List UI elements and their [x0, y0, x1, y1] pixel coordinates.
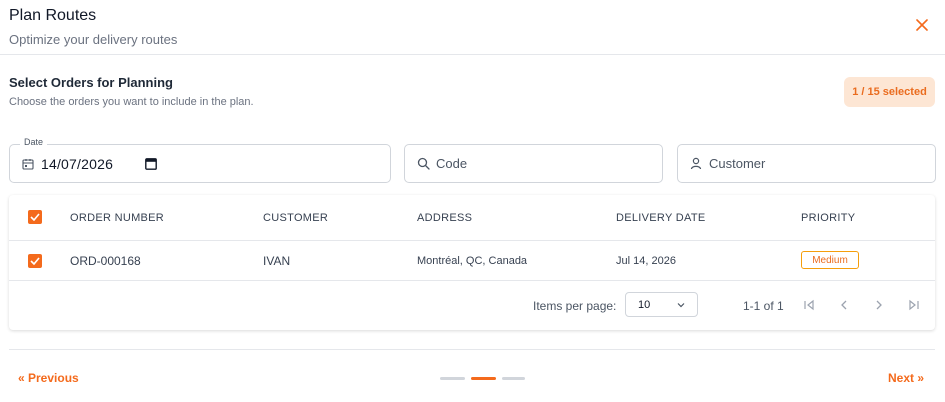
previous-page-button[interactable] — [833, 294, 855, 316]
date-field[interactable]: Date 14/07/2026 — [9, 137, 391, 183]
priority-badge: Medium — [801, 251, 859, 269]
select-all-checkbox[interactable] — [28, 210, 42, 224]
last-page-icon — [909, 299, 919, 311]
items-per-page-select[interactable]: 10 — [625, 292, 698, 317]
first-page-button[interactable] — [798, 294, 820, 316]
items-per-page-label: Items per page: — [533, 299, 617, 313]
row-checkbox[interactable] — [28, 254, 42, 268]
last-page-button[interactable] — [903, 294, 925, 316]
customer-cell: IVAN — [263, 254, 291, 268]
chevron-left-icon — [841, 300, 847, 310]
chevron-down-icon — [677, 303, 685, 308]
range-label: 1-1 of 1 — [743, 299, 784, 313]
close-icon — [916, 19, 928, 31]
items-per-page-value: 10 — [638, 298, 651, 311]
calendar-icon — [21, 157, 35, 171]
footer-divider — [9, 349, 935, 350]
paginator: Items per page: 10 1-1 of 1 — [9, 281, 935, 330]
table-header: ORDER NUMBER CUSTOMER ADDRESS DELIVERY D… — [9, 195, 935, 241]
selected-count-badge: 1 / 15 selected — [844, 77, 935, 107]
date-value: 14/07/2026 — [41, 155, 114, 172]
customer-search-input[interactable]: Customer — [677, 144, 936, 183]
search-icon — [416, 157, 430, 171]
section-description: Choose the orders you want to include in… — [9, 96, 254, 108]
delivery-date-cell: Jul 14, 2026 — [616, 255, 676, 267]
column-header-address[interactable]: ADDRESS — [417, 212, 472, 224]
close-button[interactable] — [913, 16, 931, 34]
column-header-delivery-date[interactable]: DELIVERY DATE — [616, 212, 706, 224]
column-header-order-number[interactable]: ORDER NUMBER — [70, 212, 164, 224]
table-row[interactable]: ORD-000168 IVAN Montréal, QC, Canada Jul… — [9, 241, 935, 281]
dialog-title: Plan Routes — [9, 7, 97, 24]
step-indicator-2 — [471, 377, 496, 380]
next-page-button[interactable] — [868, 294, 890, 316]
previous-step-button[interactable]: « Previous — [18, 371, 79, 385]
section-title: Select Orders for Planning — [9, 75, 173, 90]
address-cell: Montréal, QC, Canada — [417, 255, 528, 267]
check-icon — [30, 257, 40, 265]
step-indicator-3 — [502, 377, 525, 380]
orders-table: ORDER NUMBER CUSTOMER ADDRESS DELIVERY D… — [9, 195, 935, 330]
column-header-customer[interactable]: CUSTOMER — [263, 212, 328, 224]
customer-placeholder: Customer — [709, 156, 766, 171]
column-header-priority[interactable]: PRIORITY — [801, 212, 855, 224]
chevron-right-icon — [876, 300, 882, 310]
check-icon — [30, 213, 40, 221]
code-search-input[interactable]: Code — [404, 144, 663, 183]
person-icon — [689, 157, 703, 171]
first-page-icon — [804, 299, 814, 311]
order-number-cell: ORD-000168 — [70, 254, 141, 268]
date-field-label: Date — [20, 137, 48, 147]
dialog-subtitle: Optimize your delivery routes — [9, 32, 178, 47]
code-placeholder: Code — [436, 156, 468, 171]
next-step-button[interactable]: Next » — [888, 371, 924, 385]
dialog-header: Plan Routes Optimize your delivery route… — [0, 0, 945, 55]
calendar-picker-icon[interactable] — [145, 157, 159, 171]
step-indicator-1 — [440, 377, 465, 380]
